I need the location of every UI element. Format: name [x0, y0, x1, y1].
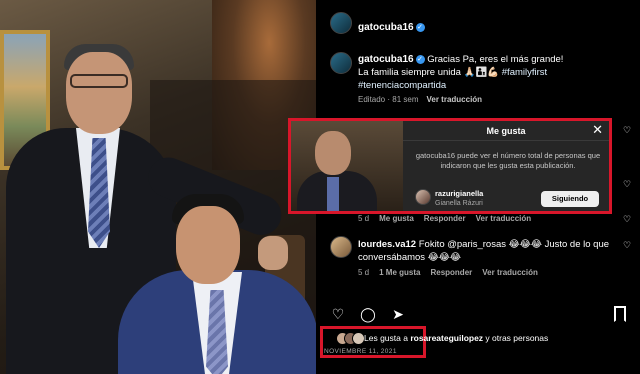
comment1-translate[interactable]: Ver traducción [476, 214, 532, 223]
comment-like-icon[interactable]: ♡ [622, 240, 632, 250]
likes-user[interactable]: rosareateguilopez [410, 333, 483, 343]
liker-avatar[interactable] [415, 189, 431, 205]
verified-icon: ✓ [415, 23, 425, 32]
caption: gatocuba16 ✓ Gracias Pa, eres el más gran… [358, 53, 628, 92]
modal-title: Me gusta [403, 121, 609, 141]
following-button[interactable]: Siguiendo [541, 191, 599, 207]
comment-like-icon[interactable]: ♡ [622, 179, 632, 189]
caption-line2: La familia siempre unida [358, 67, 461, 78]
close-icon[interactable]: ✕ [592, 123, 603, 137]
comment2-text: lourdes.va12 Fokito @paris_rosas 😂😂😂 Jus… [358, 238, 618, 264]
comment1-reply[interactable]: Responder [424, 214, 466, 223]
post-photo [0, 0, 316, 374]
likes-modal: Me gusta ✕ gatocuba16 puede ver el númer… [288, 118, 612, 214]
heart-icon[interactable]: ♡ [330, 306, 346, 322]
comment2-avatar[interactable] [330, 236, 352, 258]
caption-emojis: 🙏🏻👨‍👦💪🏻 [463, 67, 500, 78]
liker-full-name: Gianella Rázuri [435, 200, 483, 207]
likes-summary[interactable]: Les gusta a rosareateguilopez y otras pe… [364, 333, 548, 343]
modal-background-photo [291, 121, 403, 211]
hashtag-tenenciacompartida[interactable]: #tenenciacompartida [358, 80, 446, 91]
comment2-translate[interactable]: Ver traducción [482, 268, 538, 277]
comment1-meta: 5 d Me gusta Responder Ver traducción [358, 214, 531, 223]
share-icon[interactable]: ➤ [390, 306, 406, 322]
comment1-time: 5 d [358, 214, 370, 223]
comment1-likes[interactable]: Me gusta [379, 214, 414, 223]
liker-username[interactable]: razurigianella [435, 189, 483, 198]
comment-like-icon[interactable]: ♡ [622, 125, 632, 135]
post-date: NOVIEMBRE 11, 2021 [324, 348, 397, 355]
caption-avatar[interactable] [330, 52, 352, 74]
caption-line1: Gracias Pa, eres el más grande! [427, 54, 564, 65]
edited-label: Editado · 81 sem [358, 95, 419, 104]
comment2-username[interactable]: lourdes.va12 [358, 239, 416, 250]
caption-username[interactable]: gatocuba16 [358, 54, 414, 65]
comment2-time: 5 d [358, 268, 370, 277]
modal-message: gatocuba16 puede ver el número total de … [415, 151, 601, 170]
header-username[interactable]: gatocuba16 [358, 22, 414, 33]
comment2-meta: 5 d 1 Me gusta Responder Ver traducción [358, 268, 538, 277]
caption-meta: Editado · 81 sem Ver traducción [358, 95, 482, 104]
caption-translate-link[interactable]: Ver traducción [426, 95, 482, 104]
comment-like-icon[interactable]: ♡ [622, 214, 632, 224]
comment-icon[interactable]: ◯ [360, 306, 376, 322]
verified-icon: ✓ [415, 55, 425, 64]
hashtag-familyfirst[interactable]: #familyfirst [502, 67, 547, 78]
header-avatar[interactable] [330, 12, 352, 34]
comment2-reply[interactable]: Responder [430, 268, 472, 277]
bookmark-icon[interactable] [614, 306, 626, 322]
comment2-likes[interactable]: 1 Me gusta [379, 268, 420, 277]
action-bar: ♡ ◯ ➤ [330, 306, 406, 322]
